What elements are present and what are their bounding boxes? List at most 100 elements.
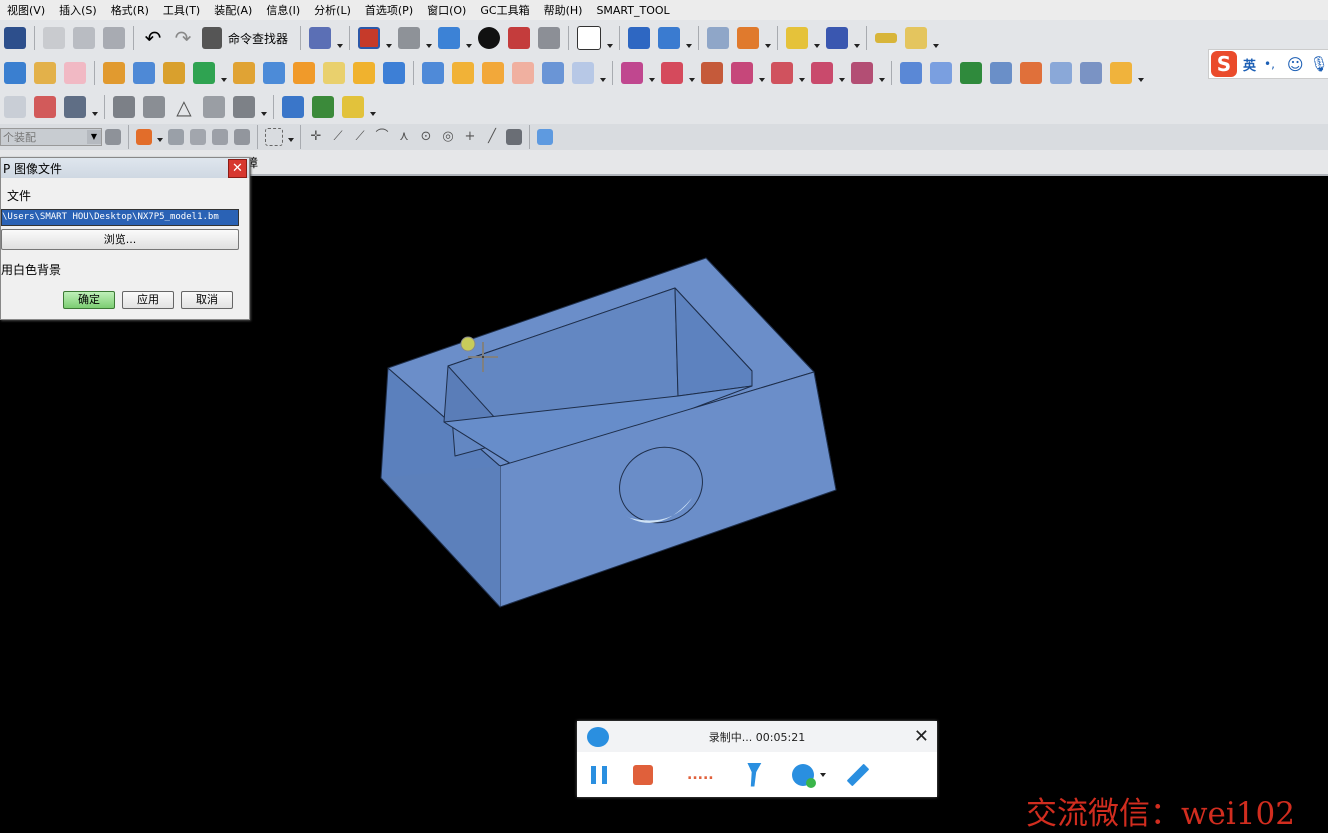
menu-view[interactable]: 视图(V)	[0, 2, 52, 18]
recorder-close-icon[interactable]: ✕	[914, 726, 929, 747]
ime-punct[interactable]: •,	[1264, 57, 1275, 71]
webcam-icon[interactable]	[791, 763, 816, 788]
swoop-icon[interactable]	[1050, 62, 1072, 84]
command-finder-button[interactable]: 命令查找器	[228, 30, 288, 47]
n-sided-surface-icon[interactable]	[1020, 62, 1042, 84]
background-icon[interactable]	[577, 26, 602, 50]
ruled-surface-icon[interactable]	[1080, 62, 1102, 84]
menu-analysis[interactable]: 分析(L)	[307, 2, 358, 18]
line-snap-icon[interactable]: ⟋	[330, 129, 346, 145]
annotation-pen-icon[interactable]	[747, 762, 762, 787]
through-curves-icon[interactable]	[900, 62, 922, 84]
ok-button[interactable]: 确定	[63, 291, 115, 309]
shell-icon[interactable]	[353, 62, 375, 84]
model-body[interactable]	[380, 257, 837, 608]
studio-surface-icon[interactable]	[960, 62, 982, 84]
undo-icon[interactable]: ↶	[142, 27, 164, 49]
motion-icon[interactable]	[826, 27, 849, 49]
datum-axis-icon[interactable]	[64, 62, 86, 84]
base-view-icon[interactable]	[143, 96, 165, 118]
apply-button[interactable]: 应用	[122, 291, 174, 309]
sketch-icon[interactable]	[4, 62, 26, 84]
menu-assembly[interactable]: 装配(A)	[207, 2, 259, 18]
file-path-input[interactable]: \Users\SMART HOU\Desktop\NX7P5_model1.bm	[1, 209, 239, 226]
draft-icon[interactable]	[482, 62, 504, 84]
gap-analysis-icon[interactable]	[4, 96, 26, 118]
offset-face-icon[interactable]	[542, 62, 564, 84]
paste-icon[interactable]	[103, 27, 125, 49]
menu-info[interactable]: 信息(I)	[259, 2, 307, 18]
bounded-plane-icon[interactable]	[990, 62, 1012, 84]
resize-face-icon[interactable]	[811, 62, 833, 84]
hide-body-icon[interactable]	[538, 27, 561, 49]
triangle-icon[interactable]: △	[173, 96, 195, 118]
smiley-icon[interactable]: ☺	[1287, 55, 1304, 74]
recorder-dots[interactable]: .....	[687, 767, 714, 783]
section-analysis-icon[interactable]	[64, 96, 86, 118]
filter-dropdown[interactable]: 个装配 ▼	[0, 128, 102, 146]
trim-body-icon[interactable]	[512, 62, 534, 84]
cut-icon[interactable]	[43, 27, 65, 49]
group-face-icon[interactable]	[851, 62, 873, 84]
wireframe-cube-icon[interactable]	[572, 62, 594, 84]
shaded-cube-icon[interactable]	[438, 27, 461, 49]
edge-select-icon[interactable]	[212, 129, 228, 145]
quadrant-icon[interactable]: ◎	[440, 129, 456, 145]
point-icon[interactable]	[193, 62, 215, 84]
ime-mode[interactable]: 英	[1243, 55, 1256, 74]
datum-plane-icon[interactable]	[34, 62, 56, 84]
menu-insert[interactable]: 插入(S)	[52, 2, 104, 18]
midpoint-icon[interactable]: ⟋	[352, 129, 368, 145]
pause-icon[interactable]	[591, 765, 607, 784]
face-point-icon[interactable]	[506, 129, 522, 145]
snap-icon[interactable]	[786, 27, 809, 49]
measure-distance-icon[interactable]	[875, 33, 898, 43]
menu-smart-tool[interactable]: SMART_TOOL	[589, 4, 676, 17]
move-component-icon[interactable]	[628, 27, 651, 49]
deviation-icon[interactable]	[34, 96, 56, 118]
delete-face-icon[interactable]	[701, 62, 723, 84]
sew-icon[interactable]	[1110, 62, 1132, 84]
binoculars-icon[interactable]	[202, 27, 222, 49]
point-on-curve-icon[interactable]: +	[462, 129, 478, 145]
wcs-icon[interactable]	[658, 27, 681, 49]
selection-tool-icon[interactable]	[309, 27, 332, 49]
white-background-label[interactable]: 用白色背景	[1, 261, 61, 278]
projected-view-icon[interactable]	[203, 96, 225, 118]
tangent-icon[interactable]: ╱	[484, 129, 500, 145]
cylinder-icon[interactable]	[263, 62, 285, 84]
stop-icon[interactable]	[633, 764, 653, 785]
through-mesh-icon[interactable]	[930, 62, 952, 84]
pad-icon[interactable]	[422, 62, 444, 84]
arrow-left-icon[interactable]	[168, 129, 184, 145]
unite-icon[interactable]	[163, 62, 185, 84]
synchronous-move-icon[interactable]	[621, 62, 643, 84]
pull-face-icon[interactable]	[661, 62, 683, 84]
copy-icon[interactable]	[73, 27, 95, 49]
layers-stack-icon[interactable]	[233, 96, 255, 118]
pattern-face-icon[interactable]	[771, 62, 793, 84]
close-icon[interactable]: ✕	[228, 159, 247, 178]
menu-preferences[interactable]: 首选项(P)	[358, 2, 420, 18]
save-icon[interactable]	[4, 27, 26, 49]
webcam-dropdown-icon[interactable]	[819, 773, 826, 777]
browse-button[interactable]: 浏览...	[1, 229, 239, 250]
cube-select-icon[interactable]	[537, 129, 553, 145]
layer-icon[interactable]	[707, 27, 730, 49]
chamfer-icon[interactable]	[323, 62, 345, 84]
menu-help[interactable]: 帮助(H)	[537, 2, 590, 18]
cancel-button[interactable]: 取消	[181, 291, 233, 309]
curve-snap-icon[interactable]: ⌒	[374, 129, 390, 145]
fit-view-icon[interactable]	[358, 27, 381, 49]
menu-gc-toolbox[interactable]: GC工具箱	[473, 2, 536, 18]
rectangle-select-icon[interactable]	[265, 128, 283, 146]
microphone-icon[interactable]: 🎙	[1310, 55, 1328, 73]
replace-face-icon[interactable]	[731, 62, 753, 84]
snap-point-icon[interactable]	[136, 129, 152, 145]
sweep-icon[interactable]	[452, 62, 474, 84]
intersection-icon[interactable]: ⋏	[396, 129, 412, 145]
circle-center-icon[interactable]: ⊙	[418, 129, 434, 145]
hole-icon[interactable]	[383, 62, 405, 84]
assembly-constraint-icon[interactable]	[282, 96, 304, 118]
edge-blend-icon[interactable]	[293, 62, 315, 84]
